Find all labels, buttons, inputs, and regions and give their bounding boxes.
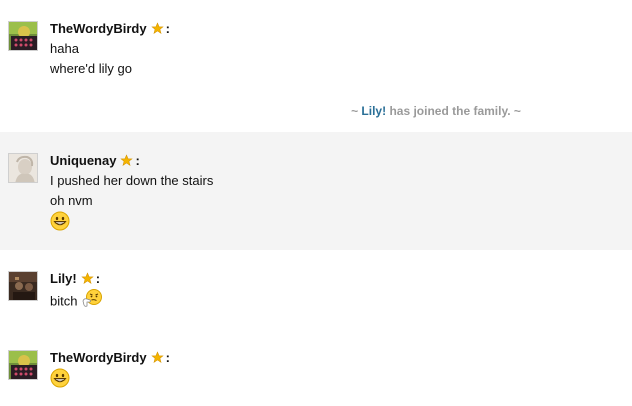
username-row: Uniquenay: (50, 153, 213, 171)
avatar[interactable] (8, 153, 38, 183)
message-body: Uniquenay: I pushed her down the stairs … (50, 153, 213, 237)
username[interactable]: Lily! (50, 271, 77, 286)
separator: : (135, 153, 140, 168)
chat-log: TheWordyBirdy: haha where'd lily go ~ Li… (0, 0, 632, 406)
message-body: Lily!: bitch (50, 271, 103, 315)
message-text: I pushed her down the stairs (50, 173, 214, 188)
notice-prefix: ~ (351, 104, 359, 118)
message-body: TheWordyBirdy: haha where'd lily go (50, 21, 170, 79)
message-text: haha (50, 41, 79, 56)
star-icon (150, 22, 164, 39)
chat-message: TheWordyBirdy: (0, 330, 632, 406)
avatar[interactable] (8, 21, 38, 51)
star-icon (150, 351, 164, 368)
chat-message: Lily!: bitch (0, 250, 632, 330)
grin-emoji-icon (50, 368, 70, 394)
message-text: oh nvm (50, 193, 93, 208)
message-text-row: bitch (50, 289, 103, 315)
username-row: TheWordyBirdy: (50, 350, 170, 368)
separator: : (95, 271, 101, 286)
username-row: TheWordyBirdy: (50, 21, 170, 39)
username[interactable]: TheWordyBirdy (50, 350, 147, 365)
thinking-emoji-icon (81, 289, 103, 315)
avatar[interactable] (8, 271, 38, 301)
notice-suffix: ~ (513, 104, 521, 118)
star-icon (120, 154, 134, 171)
message-emoji-line (50, 368, 170, 394)
notice-username[interactable]: Lily! (361, 104, 386, 118)
separator: : (165, 350, 170, 365)
username[interactable]: TheWordyBirdy (50, 21, 147, 36)
star-icon (81, 272, 94, 289)
grin-emoji-icon (50, 211, 70, 237)
username[interactable]: Uniquenay (50, 153, 116, 168)
message-body: TheWordyBirdy: (50, 350, 170, 394)
chat-message: TheWordyBirdy: haha where'd lily go (0, 0, 632, 90)
separator: : (165, 21, 170, 36)
avatar[interactable] (8, 350, 38, 380)
chat-message: Uniquenay: I pushed her down the stairs … (0, 132, 632, 250)
username-row: Lily!: (50, 271, 103, 289)
system-notice: ~ Lily! has joined the family. ~ (0, 104, 632, 118)
notice-text: has joined the family. (389, 104, 511, 118)
message-text: where'd lily go (50, 61, 132, 76)
message-emoji-line (50, 211, 213, 237)
message-text: bitch (50, 293, 78, 309)
